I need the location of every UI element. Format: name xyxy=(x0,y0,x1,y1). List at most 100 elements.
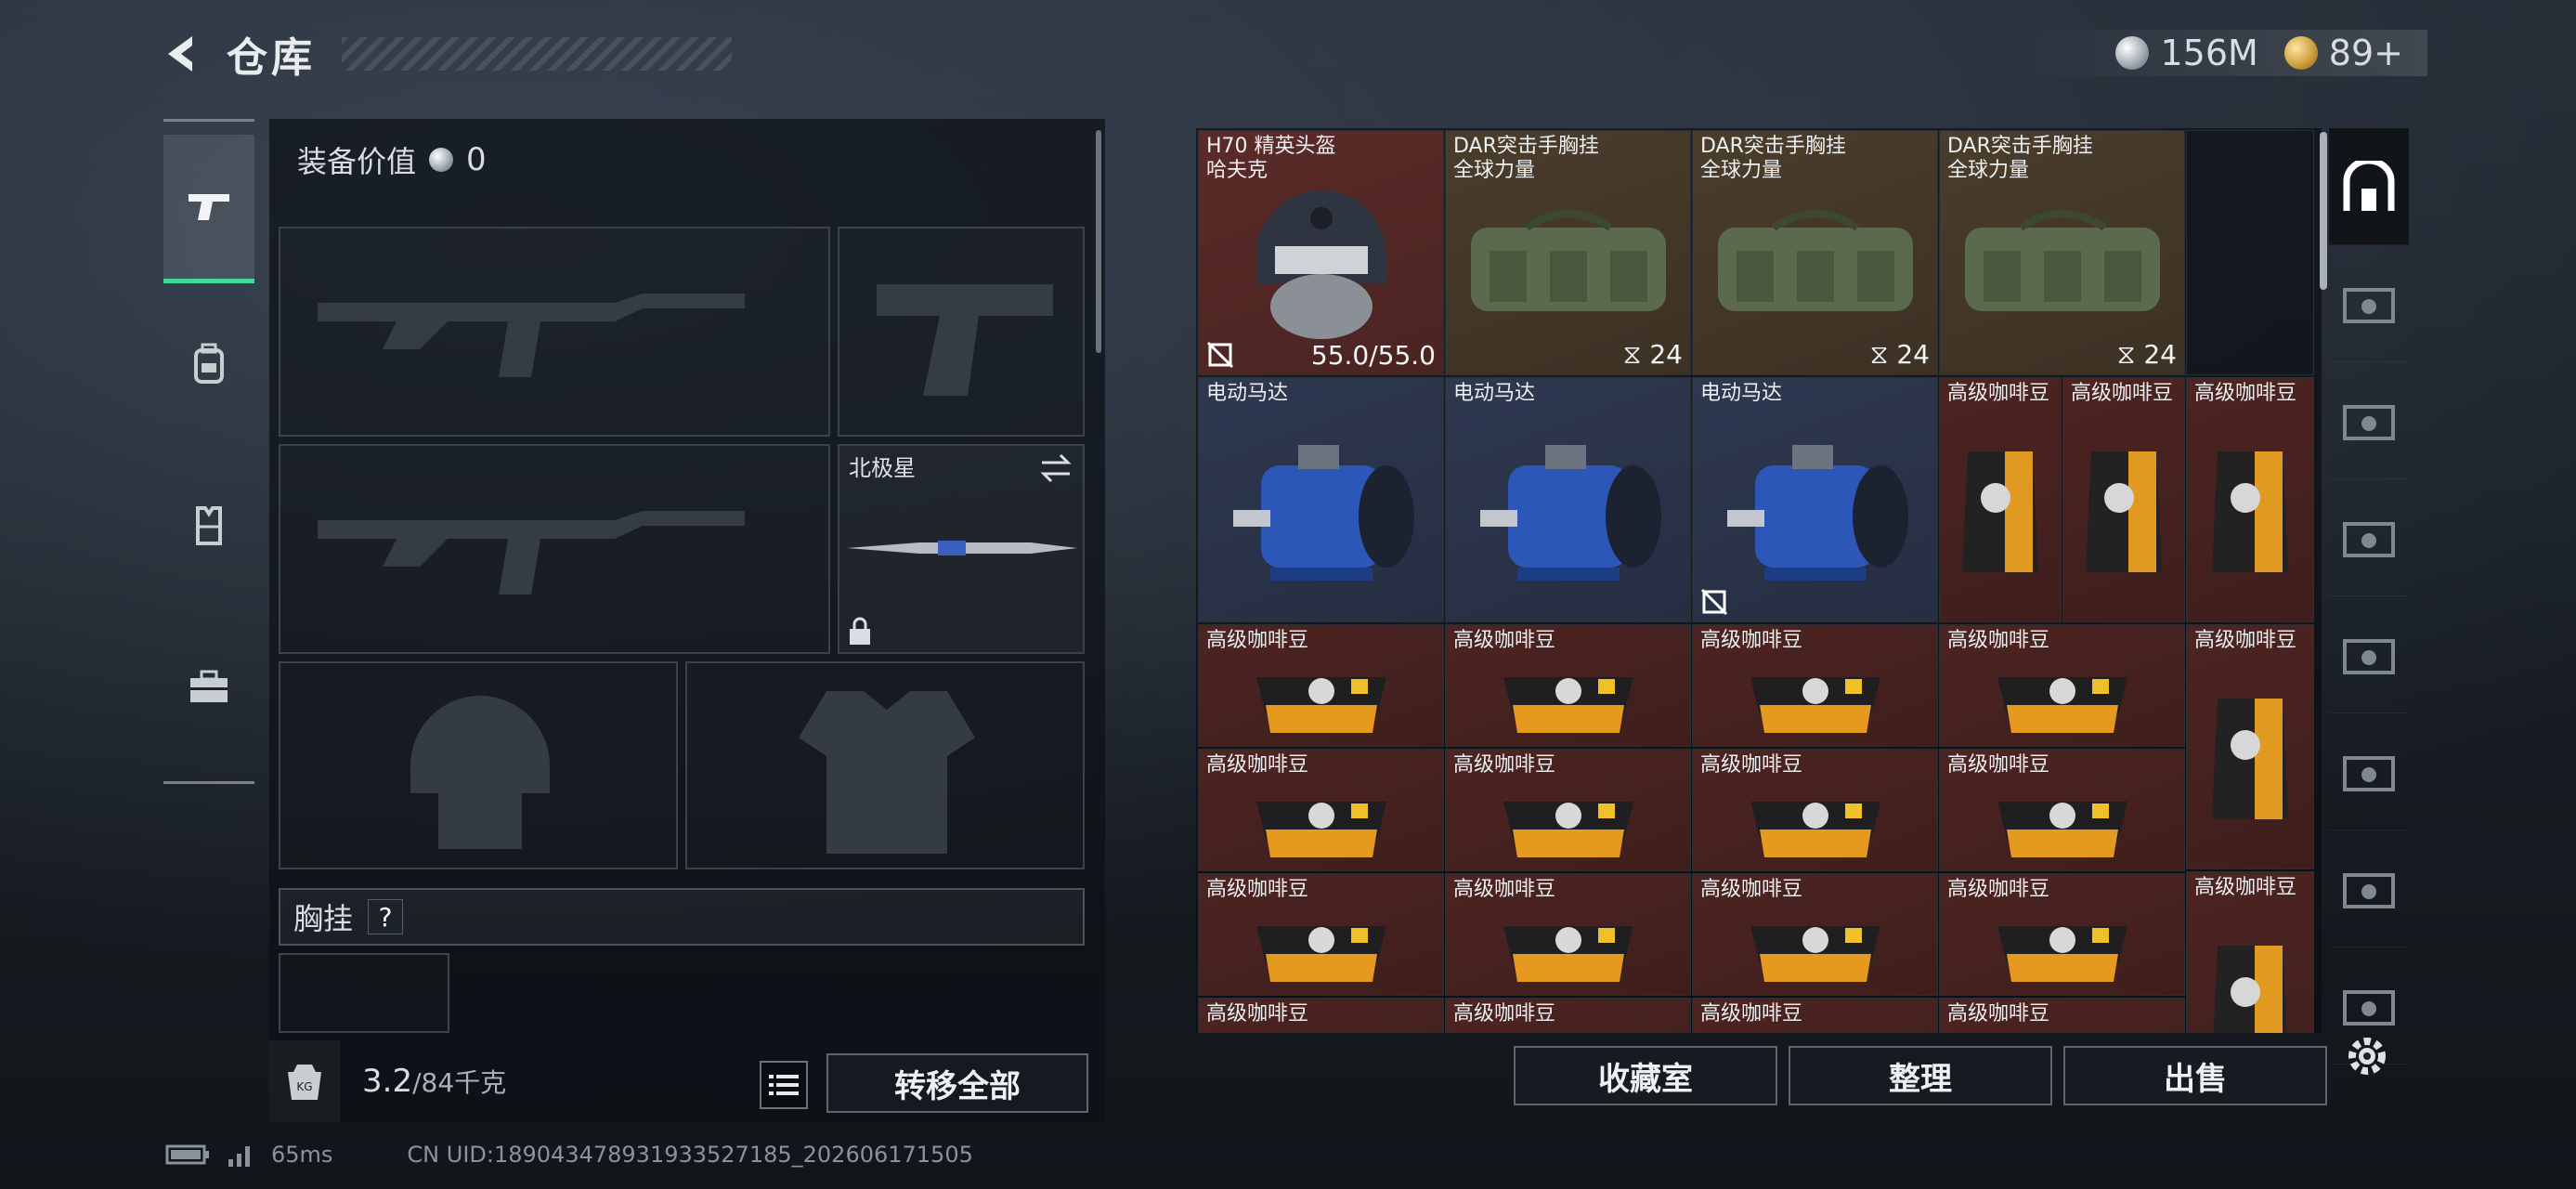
stash-item-motor[interactable]: 电动马达 xyxy=(1198,377,1444,622)
pistol-slot[interactable] xyxy=(838,227,1085,437)
stash-item-coffee[interactable]: 高级咖啡豆 xyxy=(2186,377,2314,622)
title-decoration xyxy=(342,37,732,71)
equipment-value: 装备价值 0 xyxy=(297,132,487,188)
stash-item-vest[interactable]: DAR突击手胸挂 全球力量 ⧖ 24 xyxy=(1692,130,1938,375)
item-name: 高级咖啡豆 xyxy=(1700,1002,1803,1026)
helmet-slot[interactable] xyxy=(279,661,678,869)
list-view-button[interactable] xyxy=(760,1061,808,1109)
capacity-value: 24 xyxy=(1896,339,1930,370)
pistol-silhouette-icon xyxy=(877,284,1053,396)
melee-slot[interactable]: 北极星 xyxy=(838,444,1085,654)
vest-icon xyxy=(196,506,222,545)
item-name: 高级咖啡豆 xyxy=(1700,629,1803,652)
tab-case[interactable] xyxy=(163,607,254,768)
stash-item-coffee-pack[interactable]: 高级咖啡豆 xyxy=(1198,749,1444,871)
item-name: 电动马达 xyxy=(1453,382,1536,405)
stash-page-icon xyxy=(2343,872,2395,908)
sell-button[interactable]: 出售 xyxy=(2063,1046,2327,1105)
item-name: 高级咖啡豆 xyxy=(2194,382,2297,405)
item-name: 高级咖啡豆 xyxy=(1700,753,1803,777)
tab-weapons[interactable] xyxy=(163,135,254,283)
help-icon[interactable]: ? xyxy=(368,899,404,934)
swap-icon[interactable] xyxy=(1038,451,1073,485)
stash-item-coffee-pack[interactable]: 高级咖啡豆 xyxy=(1445,624,1691,747)
tab-stash-page[interactable] xyxy=(2329,713,2409,830)
tab-stash-home[interactable] xyxy=(2329,128,2409,245)
coffee-bag-icon xyxy=(2213,946,2287,1033)
transfer-all-button[interactable]: 转移全部 xyxy=(826,1053,1088,1113)
tab-stash-page[interactable] xyxy=(2329,245,2409,362)
stash-item-coffee-pack[interactable]: 高级咖啡豆 xyxy=(1939,749,2185,871)
item-name: DAR突击手胸挂 全球力量 xyxy=(1700,135,1846,182)
stash-item-motor[interactable]: 电动马达 xyxy=(1445,377,1691,622)
stash-item-coffee[interactable]: 高级咖啡豆 xyxy=(2186,871,2314,1033)
stash-item-coffee-pack[interactable]: 高级咖啡豆 xyxy=(1692,998,1938,1033)
briefcase-icon xyxy=(190,670,228,702)
item-name: 高级咖啡豆 xyxy=(2071,382,2174,405)
back-arrow-icon[interactable] xyxy=(158,30,206,78)
stash-item-vest[interactable]: DAR突击手胸挂 全球力量 ⧖ 24 xyxy=(1939,130,2185,375)
gold-coin-icon xyxy=(2283,36,2318,70)
chest-rig-slot[interactable] xyxy=(279,953,449,1033)
item-name: 高级咖啡豆 xyxy=(1206,878,1309,901)
tab-stash-page[interactable] xyxy=(2329,479,2409,596)
armor-slot[interactable] xyxy=(685,661,1085,869)
coffee-pack-icon xyxy=(1255,676,1386,733)
stash-page-tabs xyxy=(2329,128,2409,1065)
svg-text:KG: KG xyxy=(296,1080,312,1093)
coffee-pack-icon xyxy=(1750,801,1880,857)
primary-weapon-slot-2[interactable] xyxy=(279,444,830,654)
stash-item-coffee-pack[interactable]: 高级咖啡豆 xyxy=(1198,998,1444,1033)
stash-item-coffee[interactable]: 高级咖啡豆 xyxy=(1939,377,2062,622)
tab-vest[interactable] xyxy=(163,445,254,607)
stash-item-coffee-pack[interactable]: 高级咖啡豆 xyxy=(1445,998,1691,1033)
stash-item-coffee-pack[interactable]: 高级咖啡豆 xyxy=(1445,873,1691,996)
stash-item-helmet[interactable]: H70 精英头盔 哈夫克 55.0/55.0 xyxy=(1198,130,1444,375)
tab-stash-page[interactable] xyxy=(2329,596,2409,713)
stash-item-coffee-pack[interactable]: 高级咖啡豆 xyxy=(1445,749,1691,871)
coffee-pack-icon xyxy=(1255,925,1386,982)
no-repair-icon xyxy=(1700,588,1728,616)
silver-currency[interactable]: 156M xyxy=(2115,33,2258,73)
stash-item-coffee-pack[interactable]: 高级咖啡豆 xyxy=(1939,998,2185,1033)
stash-item-coffee-pack[interactable]: 高级咖啡豆 xyxy=(1692,749,1938,871)
stash-item-coffee-pack[interactable]: 高级咖啡豆 xyxy=(1198,873,1444,996)
stash-item-coffee[interactable]: 高级咖啡豆 xyxy=(2062,377,2185,622)
stash-item-vest[interactable]: DAR突击手胸挂 全球力量 ⧖ 24 xyxy=(1445,130,1691,375)
knife-icon xyxy=(847,541,1077,555)
stash-item-coffee-pack[interactable]: 高级咖啡豆 xyxy=(1939,624,2185,747)
coffee-pack-icon xyxy=(1750,925,1880,982)
stash-item-coffee-pack[interactable]: 高级咖啡豆 xyxy=(1692,873,1938,996)
tab-backpack[interactable] xyxy=(163,283,254,445)
equipment-scrollbar[interactable] xyxy=(1096,130,1101,353)
coffee-pack-icon xyxy=(1997,925,2127,982)
durability: 55.0/55.0 xyxy=(1310,340,1436,371)
electric-motor-icon xyxy=(1726,445,1908,581)
empty-slot[interactable] xyxy=(2186,130,2314,375)
item-name: 高级咖啡豆 xyxy=(1947,753,2050,777)
stash-item-coffee[interactable]: 高级咖啡豆 xyxy=(2186,624,2314,869)
stash-item-coffee-pack[interactable]: 高级咖啡豆 xyxy=(1939,873,2185,996)
tab-stash-page[interactable] xyxy=(2329,362,2409,479)
item-name: 高级咖啡豆 xyxy=(1947,878,2050,901)
sort-button[interactable]: 整理 xyxy=(1789,1046,2052,1105)
chest-rig-section[interactable]: 胸挂 ? xyxy=(279,888,1085,946)
coffee-pack-icon xyxy=(1503,676,1633,733)
stash-item-motor[interactable]: 电动马达 xyxy=(1692,377,1938,622)
uid-text: CN UID:18904347893193352718​5_2026061715… xyxy=(407,1142,973,1168)
collection-room-button[interactable]: 收藏室 xyxy=(1514,1046,1777,1105)
stash-scrollbar[interactable] xyxy=(2320,132,2327,290)
settings-gear-icon[interactable] xyxy=(2340,1029,2394,1083)
gold-currency[interactable]: 89+ xyxy=(2283,33,2403,73)
coffee-bag-icon xyxy=(1962,451,2038,573)
weight-max: /84千克 xyxy=(412,1067,507,1098)
item-name: DAR突击手胸挂 全球力量 xyxy=(1453,135,1599,182)
capacity: ⧖ 24 xyxy=(1869,339,1930,370)
helmet-icon xyxy=(1255,190,1386,340)
tab-stash-page[interactable] xyxy=(2329,830,2409,947)
tactical-vest-icon xyxy=(1964,210,2160,312)
primary-weapon-slot-1[interactable] xyxy=(279,227,830,437)
stash-item-coffee-pack[interactable]: 高级咖啡豆 xyxy=(1198,624,1444,747)
stash-item-coffee-pack[interactable]: 高级咖啡豆 xyxy=(1692,624,1938,747)
coffee-pack-icon xyxy=(1494,1032,1643,1033)
